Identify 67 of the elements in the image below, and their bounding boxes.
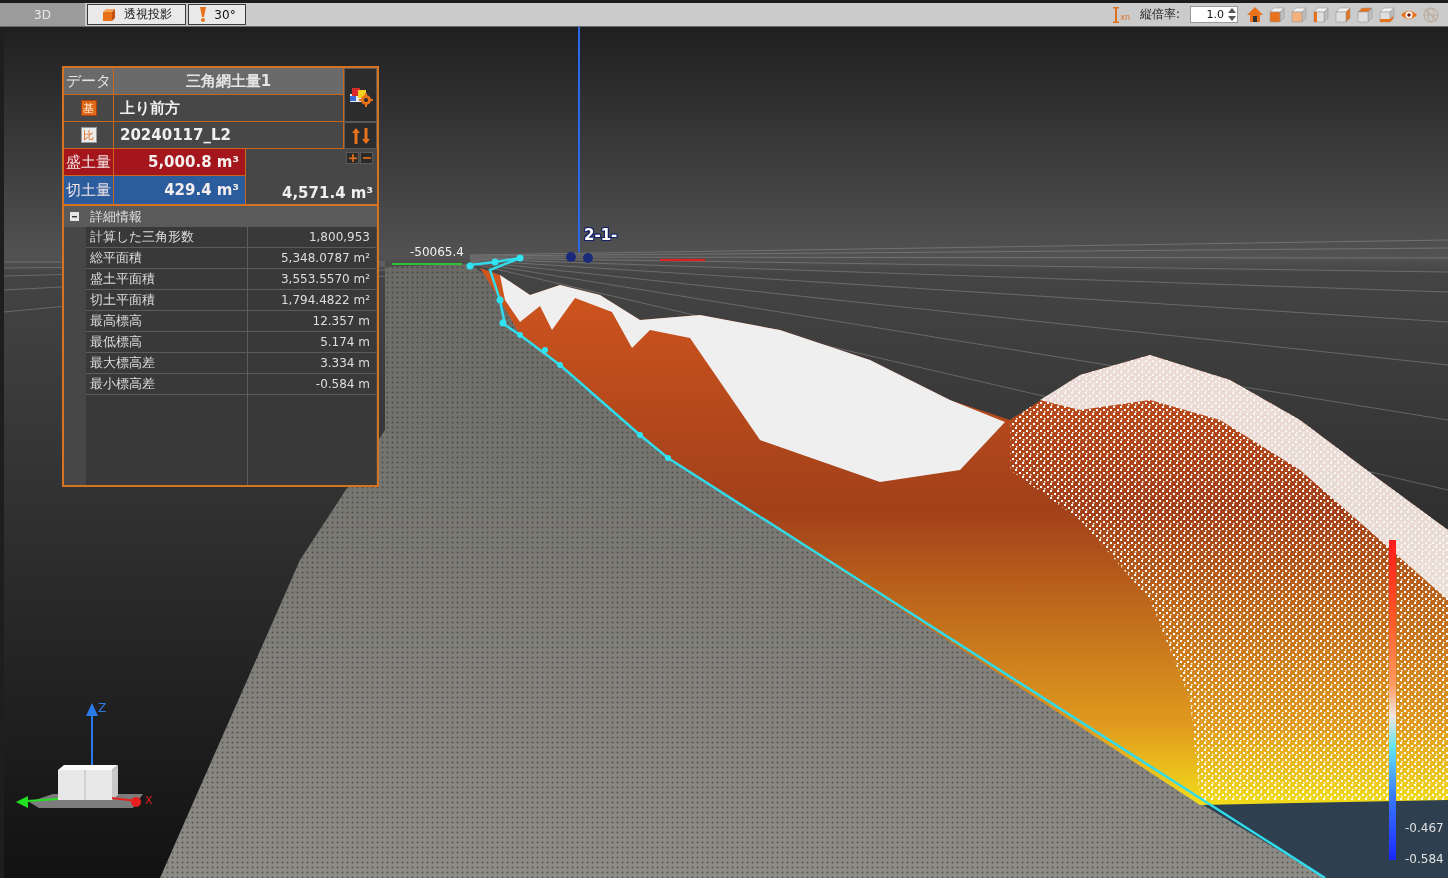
cube-icon [1269,6,1285,23]
grid-axis-line [391,263,463,265]
angle-button[interactable]: 30° [188,4,246,25]
exclamation-icon [198,7,209,22]
collapse-icon[interactable] [70,212,79,221]
section-marker-label: 2-1- [584,226,618,244]
cut-volume-label: 切土量 [64,176,114,204]
detail-value: 1,794.4822 m² [247,290,376,311]
grid-axis-line [659,259,706,261]
swap-arrows-icon [351,127,370,144]
settings-button[interactable] [344,68,377,122]
detail-value: 5,348.0787 m² [247,248,376,269]
home-icon [1247,6,1263,23]
scale-value-label: -0.584 [1405,852,1444,866]
projection-button[interactable]: 透視投影 [87,4,186,25]
cube-icon [1335,6,1351,23]
cut-volume-value: 429.4 m³ [114,176,246,204]
zoom-out-button[interactable] [360,152,373,164]
detail-value: 1,800,953 [247,227,376,248]
detail-label: 計算した三角形数 [86,227,247,248]
detail-label: 最大標高差 [86,353,247,374]
cube-icon [1357,6,1373,23]
detail-value: -0.584 m [247,374,376,395]
vertical-scale-label: 縦倍率: [1139,6,1180,23]
x-axis-arrow [111,797,141,807]
y-axis-arrow [16,796,59,808]
globe-icon [1423,6,1439,23]
detail-label: 総平面積 [86,248,247,269]
base-surface-name: 上り前方 [114,95,344,122]
cube-icon [101,7,116,22]
zoom-in-button[interactable] [346,152,359,164]
bottom-view-button[interactable] [1376,4,1398,25]
detail-value: 12.357 m [247,311,376,332]
cube-icon [1379,6,1395,23]
detail-label: 切土平面積 [86,290,247,311]
fill-volume-label: 盛土量 [64,149,114,176]
z-axis-label: Z [98,701,107,715]
plus-icon [348,154,357,162]
detail-value: 3.334 m [247,353,376,374]
coordinate-label: -50065.4 [410,245,464,259]
station-marker [583,253,593,263]
x-axis-label: X [145,794,153,807]
detail-value: 5.174 m [247,332,376,353]
details-title: 詳細情報 [90,207,142,226]
bar-icon [1113,7,1120,23]
panel-title: 三角網土量1 [114,68,344,95]
back-view-button[interactable] [1288,4,1310,25]
fill-volume-value: 5,000.8 m³ [114,149,246,176]
detail-value: 3,553.5570 m² [247,269,376,290]
swap-button[interactable] [344,122,377,149]
detail-label: 最小標高差 [86,374,247,395]
compare-tag: 比 [80,127,97,143]
view-cube-icon[interactable] [58,765,118,801]
detail-label: 最低標高 [86,332,247,353]
station-marker [566,252,576,262]
left-view-button[interactable] [1310,4,1332,25]
base-tag: 基 [80,100,97,116]
detail-label: 最高標高 [86,311,247,332]
cube-icon [1291,6,1307,23]
detail-label: 盛土平面積 [86,269,247,290]
minus-icon [362,154,371,162]
scale-value-label: -0.467 [1405,821,1444,835]
right-view-button[interactable] [1332,4,1354,25]
cube-icon [1313,6,1329,23]
top-view-button[interactable] [1354,4,1376,25]
data-label: データ [64,68,114,95]
net-volume-value: 4,571.4 m³ [282,184,373,202]
